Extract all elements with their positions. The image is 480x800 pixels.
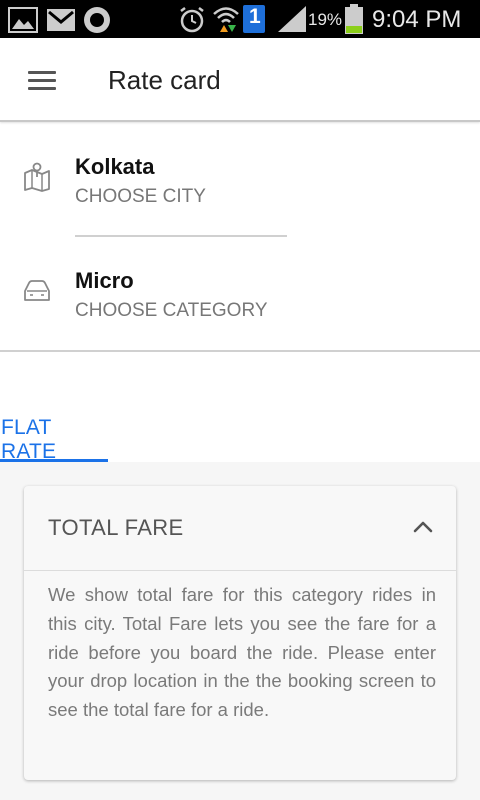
gmail-icon	[47, 9, 75, 31]
wifi-data-icon	[213, 7, 239, 32]
tab-flat-rate-label: FLAT RATE	[1, 416, 57, 463]
map-pin-icon	[24, 162, 50, 192]
app-bar: Rate card	[0, 38, 480, 122]
hamburger-icon[interactable]	[28, 71, 56, 91]
city-value: Kolkata	[75, 154, 155, 179]
tab-flat-rate[interactable]: FLAT RATE	[0, 412, 108, 463]
sim-badge: 1	[249, 5, 261, 28]
chevron-up-icon[interactable]	[412, 516, 434, 538]
category-selector[interactable]: Micro CHOOSE CATEGORY	[0, 254, 480, 354]
battery-icon	[345, 4, 363, 34]
total-fare-header[interactable]: TOTAL FARE	[24, 486, 456, 571]
total-fare-card: TOTAL FARE We show total fare for this c…	[24, 486, 456, 780]
battery-percent: 19%	[308, 10, 343, 29]
alarm-icon	[180, 7, 204, 33]
car-icon	[24, 280, 50, 301]
city-label: CHOOSE CITY	[75, 186, 206, 207]
ola-icon	[84, 7, 110, 33]
city-selector[interactable]: Kolkata CHOOSE CITY	[0, 140, 480, 240]
category-label: CHOOSE CATEGORY	[75, 300, 268, 321]
total-fare-title: TOTAL FARE	[48, 515, 184, 540]
gallery-icon	[8, 7, 38, 33]
category-value: Micro	[75, 268, 134, 293]
city-divider	[75, 235, 287, 237]
status-bar: 1 19% 9:04 PM	[0, 0, 480, 38]
total-fare-description: We show total fare for this category rid…	[48, 584, 436, 721]
clock: 9:04 PM	[372, 6, 462, 33]
page-title: Rate card	[108, 65, 221, 95]
signal-icon	[278, 6, 306, 32]
tab-strip: FLAT RATE	[0, 352, 480, 463]
